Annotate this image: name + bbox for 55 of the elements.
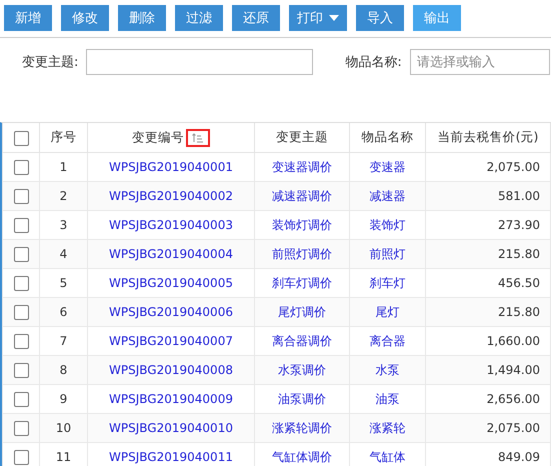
table-link[interactable]: 油泵 (376, 392, 400, 406)
table-cell: 6 (60, 305, 68, 319)
table-link[interactable]: 尾灯 (376, 304, 400, 318)
checkbox[interactable] (14, 304, 28, 320)
checkbox[interactable] (14, 450, 28, 465)
column-header: 序号 (50, 129, 76, 144)
table-cell: 5 (60, 276, 68, 290)
checkbox[interactable] (14, 362, 28, 378)
column-header: 变更编号 (132, 128, 184, 144)
checkbox[interactable] (14, 130, 28, 146)
checkbox[interactable] (14, 276, 28, 291)
table-cell: 581.00 (498, 189, 540, 203)
table-cell: 3 (60, 218, 68, 232)
filter-label: 物品名称: (345, 54, 402, 71)
filter-label: 变更主题: (22, 54, 78, 71)
input-field[interactable]: 请选择或输入 (410, 49, 550, 75)
sort-icon[interactable] (192, 132, 204, 142)
checkbox[interactable] (14, 160, 28, 175)
table-cell: 2 (60, 189, 68, 203)
table-cell: 11 (56, 450, 72, 464)
table-link[interactable]: 水泵 (376, 362, 400, 376)
checkbox[interactable] (14, 392, 28, 407)
table-cell: 2,075.00 (486, 160, 540, 174)
table-cell: 8 (60, 363, 68, 377)
toolbar-button[interactable]: 修改 (61, 5, 109, 31)
checkbox[interactable] (14, 334, 28, 349)
checkbox[interactable] (14, 246, 28, 262)
table-cell: 1 (60, 160, 68, 174)
input-field[interactable] (86, 49, 314, 75)
caret-icon (329, 15, 339, 21)
table-cell: 1,494.00 (486, 363, 540, 377)
table-cell: 2,656.00 (486, 392, 540, 406)
dropdown-button[interactable]: 打印 (289, 5, 347, 31)
checkbox[interactable] (14, 188, 28, 204)
table-cell: 2,075.00 (486, 421, 540, 435)
toolbar-button[interactable]: 删除 (118, 5, 166, 31)
table-cell: 9 (60, 392, 68, 406)
column-header: 当前去税售价(元) (438, 129, 538, 144)
checkbox[interactable] (14, 420, 28, 436)
table-cell: 215.80 (498, 305, 540, 319)
toolbar-button[interactable]: 过滤 (175, 5, 223, 31)
toolbar-button[interactable]: 还原 (232, 5, 280, 31)
table-cell: 849.09 (498, 450, 540, 464)
table-cell: 10 (56, 421, 72, 435)
table-cell: 4 (60, 247, 68, 261)
toolbar-button[interactable]: 导入 (356, 5, 404, 31)
table-cell: 273.90 (498, 218, 540, 232)
table-cell: 7 (60, 334, 68, 348)
toolbar-button[interactable]: 新增 (4, 5, 52, 31)
table-cell: 215.80 (498, 247, 540, 261)
table-cell: 1,660.00 (486, 334, 540, 348)
checkbox[interactable] (14, 218, 28, 233)
table-cell: 456.50 (498, 276, 540, 290)
column-header: 变更主题 (276, 129, 328, 144)
column-header: 物品名称 (362, 129, 414, 144)
